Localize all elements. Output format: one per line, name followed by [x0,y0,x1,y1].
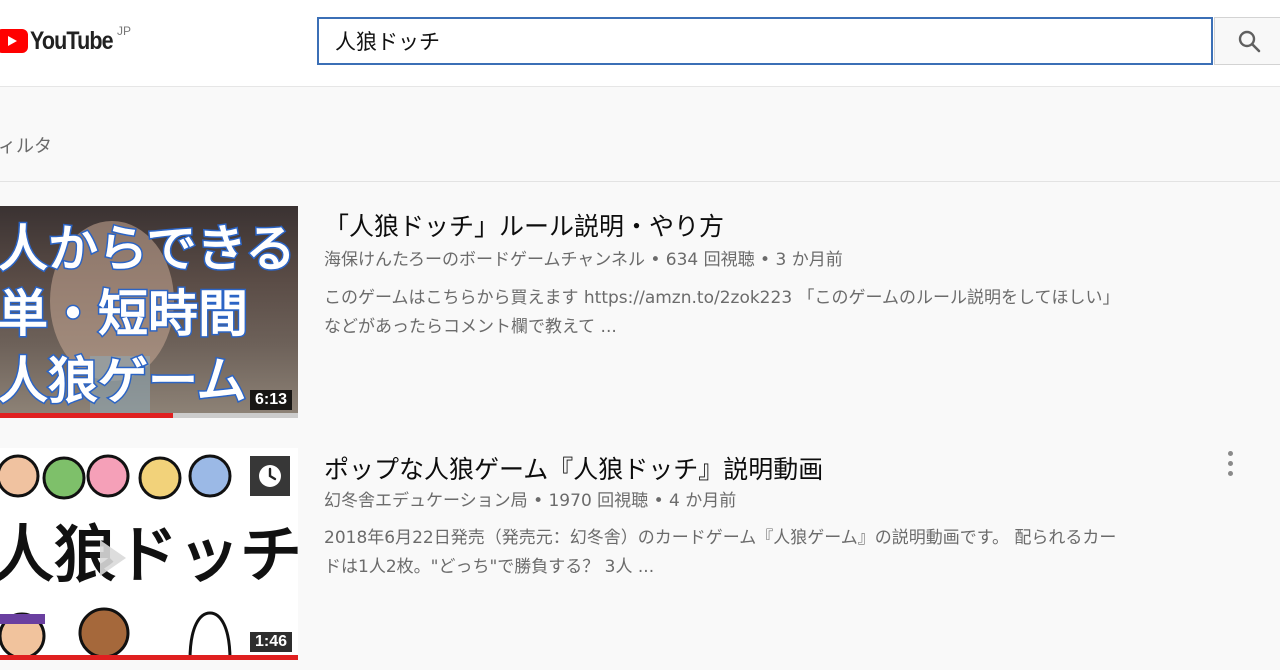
description-line: などがあったらコメント欄で教えて ... [324,317,617,337]
video-meta: 幻冬舎エデュケーション局 • 1970 回視聴 • 4 か月前 [324,491,737,511]
youtube-logo[interactable]: YouTube [0,24,126,58]
search-input-value: 人狼ドッチ [335,30,440,54]
video-result[interactable]: 人狼ドッチ 1:46 ポップな人狼ゲーム『人狼ドッチ』説明動画 幻冬舎エデュケー… [0,448,1280,663]
search-input[interactable]: 人狼ドッチ [317,17,1213,65]
clock-icon [259,465,281,487]
filter-button[interactable]: ィルタ [0,132,52,158]
video-thumbnail[interactable]: 人狼ドッチ 1:46 [0,448,298,660]
watch-progress-fill [0,655,298,660]
video-description: このゲームはこちらから買えます https://amzn.to/2zok223 … [324,284,1269,342]
more-actions-icon[interactable] [1220,448,1240,478]
video-duration: 6:13 [249,390,292,410]
region-label: JP [117,24,132,38]
description-line: このゲームはこちらから買えます https://amzn.to/2zok223 … [324,288,1120,308]
video-result[interactable]: 人からできる 単・短時間 人狼ゲーム 6:13 「人狼ドッチ」ルール説明・やり方… [0,206,1280,421]
watch-progress-track [0,413,298,418]
video-duration: 1:46 [249,632,292,652]
watch-progress-fill [0,413,173,418]
watch-progress-track [0,655,298,660]
thumbnail-art: 人からできる 単・短時間 人狼ゲーム [0,219,297,418]
video-title[interactable]: 「人狼ドッチ」ルール説明・やり方 [324,207,724,243]
logo-text: YouTube [30,26,114,55]
search-button[interactable] [1214,17,1280,65]
thumb-line-3: 人狼ゲーム [0,352,247,410]
thumb-line-1: 人からできる [0,220,296,278]
play-logo-icon [0,29,28,53]
video-meta: 海保けんたろーのボードゲームチャンネル • 634 回視聴 • 3 か月前 [324,250,843,270]
filter-bar: ィルタ [0,86,1280,182]
thumb-line-2: 単・短時間 [0,285,248,343]
thumb-title: 人狼ドッチ [0,518,298,591]
video-title[interactable]: ポップな人狼ゲーム『人狼ドッチ』説明動画 [324,450,823,486]
video-description: 2018年6月22日発売（発売元：幻冬舎）のカードゲーム『人狼ゲーム』の説明動画… [324,524,1269,582]
video-thumbnail[interactable]: 人からできる 単・短時間 人狼ゲーム 6:13 [0,206,298,418]
watch-later-button[interactable] [250,456,290,496]
search-icon [1238,30,1261,53]
description-line: 2018年6月22日発売（発売元：幻冬舎）のカードゲーム『人狼ゲーム』の説明動画… [324,528,1117,548]
description-line: ドは1人2枚。"どっち"で勝負する？ 3人 ... [324,557,655,577]
masthead: YouTube JP 人狼ドッチ [0,0,1280,87]
